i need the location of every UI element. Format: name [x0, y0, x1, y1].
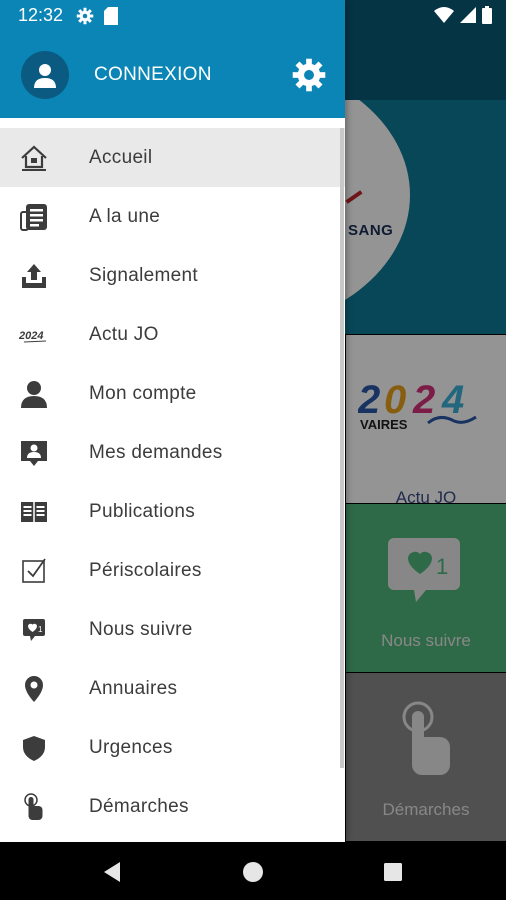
user-icon [34, 64, 56, 88]
recents-button[interactable] [381, 860, 405, 884]
shield-icon [23, 736, 45, 761]
user-message-icon [21, 441, 47, 466]
home-icon [21, 145, 47, 171]
navigation-drawer: CONNEXION Accueil A la une Signalement 2… [0, 0, 345, 842]
back-button[interactable] [100, 860, 124, 884]
menu-item-accueil[interactable]: Accueil [0, 128, 345, 187]
menu-item-mes-demandes[interactable]: Mes demandes [0, 423, 345, 482]
back-icon [104, 862, 120, 882]
menu-item-label: Annuaires [89, 678, 178, 699]
signal-icon [460, 7, 476, 23]
home-button[interactable] [241, 860, 265, 884]
menu-item-label: Mes demandes [89, 442, 223, 463]
menu-item-nous-suivre[interactable]: 1 Nous suivre [0, 600, 345, 659]
menu-item-label: Signalement [89, 265, 198, 286]
sim-card-icon [104, 7, 118, 25]
svg-text:2024: 2024 [18, 330, 43, 342]
menu-item-label: Nous suivre [89, 619, 193, 640]
settings-button[interactable] [290, 56, 328, 94]
battery-icon [482, 6, 492, 24]
menu-item-label: Actu JO [89, 324, 159, 345]
status-bar: 12:32 [0, 0, 506, 32]
drawer-menu: Accueil A la une Signalement 2024 Actu J… [0, 128, 345, 836]
menu-item-a-la-une[interactable]: A la une [0, 187, 345, 246]
menu-item-label: Publications [89, 501, 196, 522]
home-circle-icon [243, 862, 263, 882]
svg-text:1: 1 [38, 625, 43, 634]
jo-2024-icon: 2024 [18, 330, 47, 343]
menu-item-signalement[interactable]: Signalement [0, 246, 345, 305]
menu-item-label: A la une [89, 206, 161, 227]
menu-item-annuaires[interactable]: Annuaires [0, 659, 345, 718]
menu-item-label: Démarches [89, 796, 189, 817]
menu-item-label: Urgences [89, 737, 173, 758]
newspaper-icon [20, 204, 47, 231]
menu-item-label: Périscolaires [89, 560, 202, 581]
upload-icon [22, 264, 46, 288]
hand-pointer-icon [24, 793, 43, 820]
map-pin-icon [25, 676, 43, 702]
menu-item-periscolaires[interactable]: Périscolaires [0, 541, 345, 600]
status-time: 12:32 [18, 5, 64, 25]
book-icon [21, 502, 47, 522]
menu-item-label: Mon compte [89, 383, 197, 404]
menu-item-urgences[interactable]: Urgences [0, 718, 345, 777]
gear-icon [292, 58, 326, 92]
user-icon [21, 381, 47, 408]
recents-icon [384, 863, 402, 881]
system-navigation-bar [0, 842, 506, 900]
drawer-scrollbar[interactable] [340, 128, 344, 768]
menu-item-publications[interactable]: Publications [0, 482, 345, 541]
wifi-icon [434, 7, 454, 23]
menu-item-actu-jo[interactable]: 2024 Actu JO [0, 305, 345, 364]
menu-item-label: Accueil [89, 147, 153, 168]
login-link[interactable]: CONNEXION [94, 64, 212, 86]
settings-icon [76, 7, 94, 25]
avatar[interactable] [21, 51, 69, 99]
menu-item-demarches[interactable]: Démarches [0, 777, 345, 836]
heart-chat-icon: 1 [23, 619, 45, 641]
checkbox-icon [22, 558, 46, 583]
menu-item-mon-compte[interactable]: Mon compte [0, 364, 345, 423]
